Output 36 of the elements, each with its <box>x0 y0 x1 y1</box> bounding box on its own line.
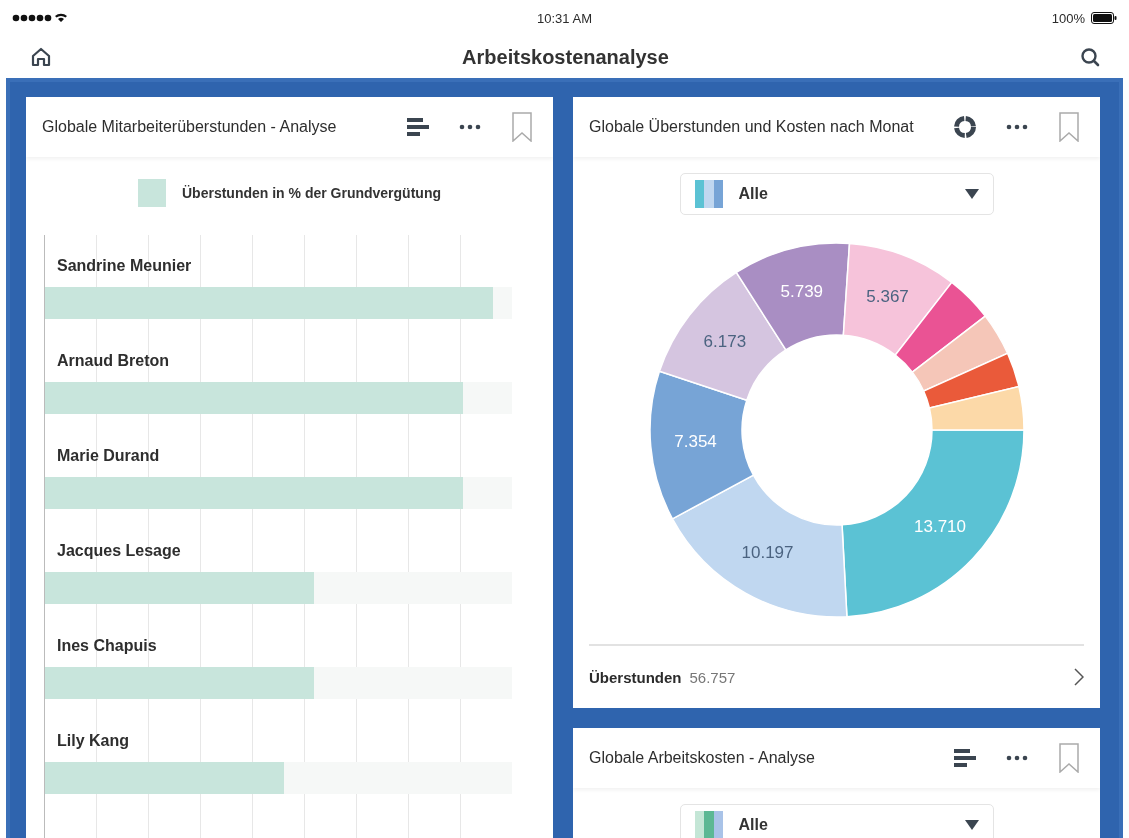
color-stripes-icon <box>694 811 723 838</box>
slice-value: 13.710 <box>913 517 966 537</box>
more-icon <box>1006 124 1028 130</box>
search-button[interactable] <box>1079 46 1101 68</box>
summary-value: 56.757 <box>689 668 737 686</box>
slice-value: 10.197 <box>741 543 793 563</box>
home-button[interactable] <box>30 46 52 68</box>
slice-value: 6.173 <box>703 332 746 352</box>
employee-name: Marie Durand <box>57 447 161 465</box>
filter-dropdown[interactable]: Alle <box>679 173 994 215</box>
caret-icon <box>964 189 979 199</box>
slice-value: 7.354 <box>673 431 717 451</box>
signal-icon <box>12 13 68 23</box>
slice-value: 5.739 <box>780 281 823 301</box>
card-title: Globale Arbeitskosten - Analyse <box>589 749 815 767</box>
filter-dropdown[interactable]: Alle <box>679 804 994 838</box>
employee-name: Sandrine Meunier <box>57 257 193 275</box>
more-icon <box>459 124 481 130</box>
page-title: Arbeitskostenanalyse <box>462 45 669 69</box>
card-title: Globale Mitarbeiterüberstunden - Analyse <box>42 118 337 136</box>
color-stripes-icon <box>694 180 723 208</box>
legend-label: Überstunden in % der Grundvergütung <box>182 185 441 201</box>
card-title: Globale Überstunden und Kosten nach Monat <box>589 118 914 136</box>
more-icon <box>1006 755 1028 761</box>
battery-percent: 100% <box>1051 10 1085 26</box>
employee-name: Jacques Lesage <box>57 542 182 560</box>
caret-icon <box>964 820 979 830</box>
chevron-right-icon[interactable] <box>1074 668 1084 686</box>
legend-swatch <box>138 179 166 207</box>
summary-label: Überstunden <box>589 668 682 686</box>
employee-name: Arnaud Breton <box>57 352 170 370</box>
employee-name: Lily Kang <box>57 732 130 750</box>
battery-icon <box>1091 12 1117 24</box>
status-time: 10:31 AM <box>537 10 592 26</box>
slice-value: 5.367 <box>865 286 909 306</box>
employee-name: Ines Chapuis <box>57 637 158 655</box>
